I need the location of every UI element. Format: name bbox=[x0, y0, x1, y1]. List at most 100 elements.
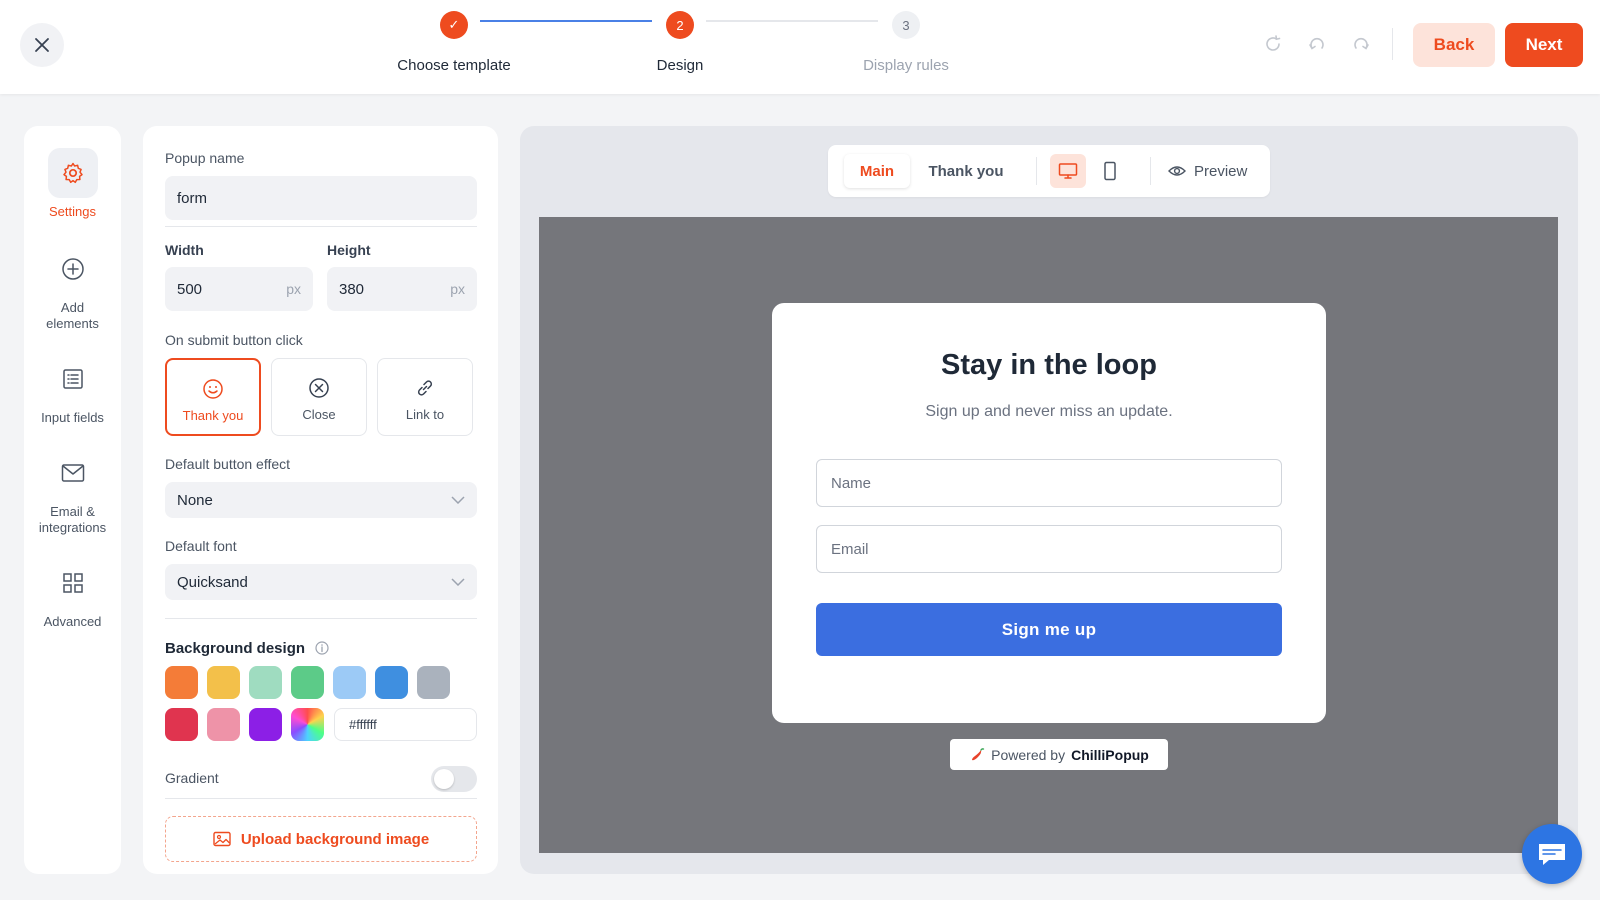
close-icon bbox=[35, 38, 49, 52]
mobile-view-button[interactable] bbox=[1092, 154, 1128, 188]
step-2-label[interactable]: Design bbox=[657, 57, 704, 74]
background-design-label: Background design bbox=[165, 640, 329, 657]
gradient-label: Gradient bbox=[165, 770, 219, 786]
step-1-label[interactable]: Choose template bbox=[397, 57, 510, 74]
divider bbox=[165, 618, 477, 619]
width-label: Width bbox=[165, 242, 204, 258]
popup-preview[interactable]: Stay in the loop Sign up and never miss … bbox=[772, 303, 1326, 723]
desktop-view-button[interactable] bbox=[1050, 154, 1086, 188]
color-swatch-red[interactable] bbox=[165, 708, 198, 741]
popup-name-field[interactable]: Name bbox=[816, 459, 1282, 507]
image-icon bbox=[213, 831, 231, 847]
preview-label: Preview bbox=[1194, 162, 1248, 180]
view-toolbar: Main Thank you Preview bbox=[828, 145, 1270, 197]
upload-background-button[interactable]: Upload background image bbox=[165, 816, 477, 862]
step-3-number[interactable]: 3 bbox=[892, 11, 920, 39]
divider bbox=[165, 798, 477, 799]
color-swatch-orange[interactable] bbox=[165, 666, 198, 699]
grid-icon bbox=[48, 558, 98, 608]
choice-label: Close bbox=[302, 407, 336, 422]
rail-item-input-fields[interactable]: Input fields bbox=[24, 354, 121, 426]
font-select[interactable]: Quicksand bbox=[165, 564, 477, 600]
hex-color-value: #ffffff bbox=[349, 717, 377, 732]
undo-icon[interactable] bbox=[1306, 33, 1328, 55]
choice-label: Thank you bbox=[182, 408, 244, 423]
height-input[interactable]: 380 px bbox=[327, 267, 477, 311]
envelope-icon bbox=[48, 448, 98, 498]
submit-action-close[interactable]: Close bbox=[271, 358, 367, 436]
step-1-checkmark-icon[interactable]: ✓ bbox=[440, 11, 468, 39]
back-button[interactable]: Back bbox=[1413, 23, 1495, 67]
eye-icon bbox=[1168, 166, 1186, 176]
list-icon bbox=[48, 354, 98, 404]
divider bbox=[165, 226, 477, 227]
rail-item-label: Advanced bbox=[43, 614, 102, 629]
width-input[interactable]: 500 px bbox=[165, 267, 313, 311]
powered-by-badge[interactable]: Powered by ChilliPopup bbox=[950, 739, 1168, 770]
popup-subtitle[interactable]: Sign up and never miss an update. bbox=[772, 403, 1326, 421]
width-unit: px bbox=[286, 281, 301, 297]
step-connector-todo bbox=[706, 20, 878, 22]
popup-title[interactable]: Stay in the loop bbox=[772, 349, 1326, 382]
plus-circle-icon bbox=[48, 244, 98, 294]
rail-item-label: Email & integrations bbox=[38, 504, 107, 535]
email-placeholder: Email bbox=[831, 540, 869, 558]
link-icon bbox=[378, 375, 472, 401]
rail-item-add-elements[interactable]: Add elements bbox=[24, 244, 121, 332]
color-swatch-gray[interactable] bbox=[417, 666, 450, 699]
color-picker-rainbow-icon[interactable] bbox=[291, 708, 324, 741]
next-button[interactable]: Next bbox=[1505, 23, 1583, 67]
tab-thank-you[interactable]: Thank you bbox=[916, 154, 1016, 188]
close-button[interactable] bbox=[20, 23, 64, 67]
preview-button[interactable]: Preview bbox=[1168, 154, 1247, 188]
refresh-icon[interactable] bbox=[1262, 33, 1284, 55]
rail-item-settings[interactable]: Settings bbox=[24, 148, 121, 220]
choice-label: Link to bbox=[405, 407, 445, 422]
gradient-toggle[interactable] bbox=[431, 766, 477, 792]
step-connector-done bbox=[480, 20, 652, 22]
info-icon[interactable] bbox=[315, 641, 329, 655]
button-effect-select[interactable]: None bbox=[165, 482, 477, 518]
gear-icon bbox=[47, 148, 98, 198]
chevron-down-icon bbox=[451, 496, 465, 504]
step-2-number[interactable]: 2 bbox=[666, 11, 694, 39]
popup-submit-button[interactable]: Sign me up bbox=[816, 603, 1282, 656]
rail-item-label: Settings bbox=[49, 204, 96, 219]
color-swatch-blue[interactable] bbox=[375, 666, 408, 699]
font-label: Default font bbox=[165, 538, 237, 554]
divider bbox=[1036, 157, 1037, 185]
canvas-area: Main Thank you Preview Stay in the loop … bbox=[520, 126, 1578, 874]
rail-item-label: Add elements bbox=[46, 300, 99, 331]
submit-action-thank-you[interactable]: Thank you bbox=[165, 358, 261, 436]
color-swatch-pink[interactable] bbox=[207, 708, 240, 741]
color-swatch-green[interactable] bbox=[291, 666, 324, 699]
tab-main[interactable]: Main bbox=[844, 154, 910, 188]
chat-launcher-button[interactable] bbox=[1522, 824, 1582, 884]
divider bbox=[1392, 28, 1393, 60]
rail-item-advanced[interactable]: Advanced bbox=[24, 558, 121, 630]
smile-icon bbox=[167, 376, 259, 402]
history-controls bbox=[1262, 33, 1372, 55]
popup-name-label: Popup name bbox=[165, 150, 245, 166]
height-label: Height bbox=[327, 242, 371, 258]
popup-stage: Stay in the loop Sign up and never miss … bbox=[539, 217, 1558, 853]
divider bbox=[1150, 157, 1151, 185]
top-bar: ✓ Choose template 2 Design 3 Display rul… bbox=[0, 0, 1600, 94]
chevron-down-icon bbox=[451, 578, 465, 586]
submit-action-link-to[interactable]: Link to bbox=[377, 358, 473, 436]
color-swatch-yellow[interactable] bbox=[207, 666, 240, 699]
popup-name-value: form bbox=[177, 189, 207, 207]
popup-name-input[interactable]: form bbox=[165, 176, 477, 220]
popup-email-field[interactable]: Email bbox=[816, 525, 1282, 573]
rail-item-email-integrations[interactable]: Email & integrations bbox=[24, 448, 121, 536]
redo-icon[interactable] bbox=[1350, 33, 1372, 55]
color-swatch-mint[interactable] bbox=[249, 666, 282, 699]
hex-color-input[interactable]: #ffffff bbox=[334, 708, 477, 741]
rail-item-label: Input fields bbox=[41, 410, 104, 425]
name-placeholder: Name bbox=[831, 474, 872, 492]
color-swatch-purple[interactable] bbox=[249, 708, 282, 741]
color-swatch-light-blue[interactable] bbox=[333, 666, 366, 699]
width-value: 500 bbox=[177, 280, 203, 298]
step-3-label[interactable]: Display rules bbox=[863, 57, 949, 74]
submit-action-label: On submit button click bbox=[165, 332, 303, 348]
